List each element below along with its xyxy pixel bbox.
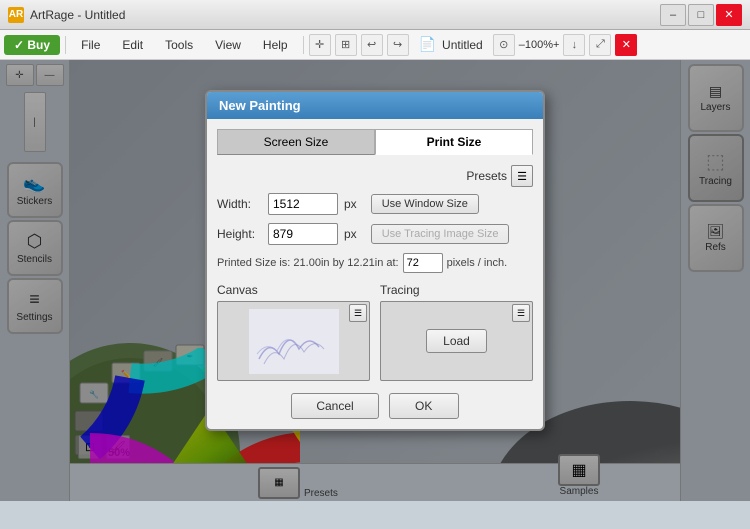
menu-tools[interactable]: Tools (155, 34, 203, 56)
redo-button[interactable]: ↪ (387, 34, 409, 56)
title-bar-text: ArtRage - Untitled (30, 8, 660, 22)
buy-button[interactable]: ✓ Buy (4, 35, 60, 55)
tab-screen-size[interactable]: Screen Size (217, 129, 375, 155)
presets-row: Presets ☰ (217, 165, 533, 187)
width-row: Width: px Use Window Size (217, 193, 533, 215)
grid-icon[interactable]: ⊞ (335, 34, 357, 56)
canvas-preview-box: ☰ (217, 301, 370, 381)
tracing-panel-label: Tracing (380, 283, 533, 297)
print-size-text: Printed Size is: 21.00in by 12.21in at: (217, 257, 399, 269)
close-button[interactable]: ✕ (716, 4, 742, 26)
presets-menu-button[interactable]: ☰ (511, 165, 533, 187)
menu-file[interactable]: File (71, 34, 110, 56)
width-input[interactable] (268, 193, 338, 215)
dpi-input[interactable] (403, 253, 443, 273)
menu-help[interactable]: Help (253, 34, 298, 56)
height-unit: px (344, 227, 357, 241)
undo-button[interactable]: ↩ (361, 34, 383, 56)
main-area: ✛ — | 👟 Stickers ⬡ Stencils ≡ Settings (0, 60, 750, 501)
height-row: Height: px Use Tracing Image Size (217, 223, 533, 245)
tab-print-size[interactable]: Print Size (375, 129, 533, 155)
menu-view[interactable]: View (205, 34, 251, 56)
title-bar-controls: – □ ✕ (660, 4, 742, 26)
new-painting-dialog: New Painting Screen Size Print Size Pres… (205, 90, 545, 431)
menu-edit[interactable]: Edit (112, 34, 153, 56)
separator2 (303, 36, 304, 54)
separator (65, 36, 66, 54)
cancel-button[interactable]: Cancel (291, 393, 378, 419)
height-label: Height: (217, 227, 262, 241)
tracing-panel: Tracing ☰ Load (380, 283, 533, 381)
dialog-buttons: Cancel OK (217, 393, 533, 419)
width-unit: px (344, 197, 357, 211)
canvas-panel: Canvas ☰ (217, 283, 370, 381)
zoom-fit-button[interactable]: ⊙ (493, 34, 515, 56)
app-icon: AR (8, 7, 24, 23)
print-size-info: Printed Size is: 21.00in by 12.21in at: … (217, 253, 533, 273)
maximize-button[interactable]: □ (688, 4, 714, 26)
use-tracing-image-size-button[interactable]: Use Tracing Image Size (371, 224, 510, 244)
zoom-level: –100%+ (519, 39, 560, 51)
tracing-menu-button[interactable]: ☰ (512, 304, 530, 322)
use-window-size-button[interactable]: Use Window Size (371, 194, 479, 214)
ok-button[interactable]: OK (389, 393, 459, 419)
width-label: Width: (217, 197, 262, 211)
move-icon[interactable]: ✛ (309, 34, 331, 56)
canvas-panel-label: Canvas (217, 283, 370, 297)
doc-title-area: 📄 Untitled (419, 36, 483, 53)
minimize-button[interactable]: – (660, 4, 686, 26)
dialog-title: New Painting (207, 92, 543, 119)
dialog-tabs: Screen Size Print Size (217, 129, 533, 155)
zoom-close-button[interactable]: ✕ (615, 34, 637, 56)
title-bar: AR ArtRage - Untitled – □ ✕ (0, 0, 750, 30)
presets-label: Presets (466, 169, 507, 183)
menu-icons: ✛ ⊞ ↩ ↪ (309, 34, 409, 56)
dpi-unit: pixels / inch. (447, 257, 508, 269)
load-button[interactable]: Load (426, 329, 487, 353)
dialog-body: Screen Size Print Size Presets ☰ Width: … (207, 119, 543, 429)
height-input[interactable] (268, 223, 338, 245)
doc-title: Untitled (442, 38, 483, 52)
canvas-menu-button[interactable]: ☰ (349, 304, 367, 322)
zoom-expand-button[interactable]: ⤢ (589, 34, 611, 56)
canvas-tracing-panels: Canvas ☰ (217, 283, 533, 381)
zoom-controls: ⊙ –100%+ ↓ ⤢ ✕ (493, 34, 638, 56)
menu-bar: ✓ Buy File Edit Tools View Help ✛ ⊞ ↩ ↪ … (0, 30, 750, 60)
zoom-export-button[interactable]: ↓ (563, 34, 585, 56)
tracing-preview-box: ☰ Load (380, 301, 533, 381)
canvas-sketch-svg (249, 309, 339, 374)
dialog-overlay: New Painting Screen Size Print Size Pres… (0, 60, 750, 501)
